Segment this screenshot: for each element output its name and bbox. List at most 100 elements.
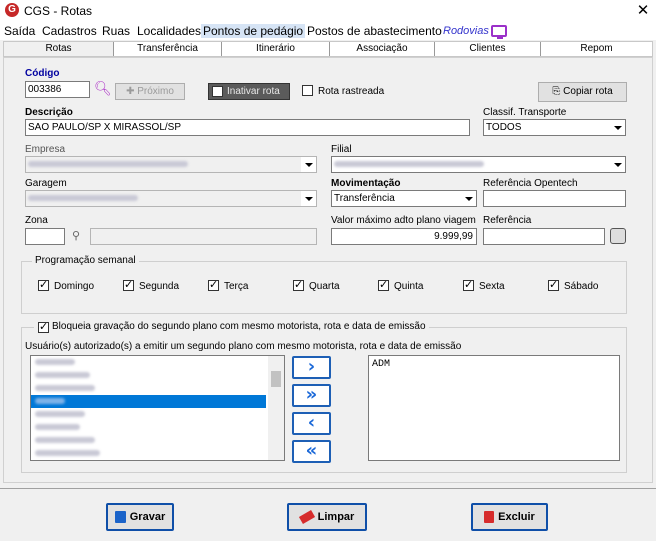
classif-transporte-select[interactable]: TODOS — [483, 119, 626, 136]
copiar-rota-button[interactable]: ⎘ Copiar rota — [538, 82, 627, 102]
quarta-checkbox[interactable] — [293, 278, 304, 291]
limpar-button[interactable]: Limpar — [287, 503, 367, 531]
quarta-label: Quarta — [309, 281, 340, 292]
domingo-label: Domingo — [54, 281, 95, 292]
descricao-label: Descrição — [25, 107, 73, 118]
tab-clientes[interactable]: Clientes — [435, 42, 541, 56]
binoculars-icon[interactable]: ⚲ — [72, 229, 80, 242]
chevron-down-icon[interactable] — [610, 120, 625, 135]
eraser-icon — [298, 510, 315, 525]
copy-icon: ⎘ — [552, 86, 561, 97]
menu-cadastros[interactable]: Cadastros — [40, 24, 99, 38]
title-bar — [0, 0, 656, 22]
app-logo-icon: G — [5, 3, 19, 17]
list-item[interactable] — [31, 447, 284, 460]
sexta-label: Sexta — [479, 281, 505, 292]
tab-rotas[interactable]: Rotas — [4, 42, 114, 56]
domingo-checkbox[interactable] — [38, 278, 49, 291]
movimentacao-select[interactable]: Transferência — [331, 190, 477, 207]
menu-pontos-pedagio[interactable]: Pontos de pedágio — [201, 24, 306, 38]
window-title: CGS - Rotas — [24, 4, 93, 18]
codigo-label: Código — [25, 68, 60, 79]
ref-opentech-field[interactable] — [483, 190, 626, 207]
sexta-checkbox[interactable] — [463, 278, 474, 291]
menu-rodovias[interactable]: Rodovias — [441, 25, 491, 37]
move-all-left-button[interactable]: « — [292, 440, 331, 463]
list-item[interactable]: ADM — [369, 356, 619, 370]
filial-select[interactable] — [331, 156, 626, 173]
terca-checkbox[interactable] — [208, 278, 219, 291]
save-icon — [114, 511, 126, 524]
chevron-down-icon[interactable] — [301, 157, 316, 172]
terca-label: Terça — [224, 281, 249, 292]
descricao-field[interactable]: SAO PAULO/SP X MIRASSOL/SP — [25, 119, 470, 136]
empresa-select[interactable] — [25, 156, 317, 173]
bloqueia-title: Bloqueia gravação do segundo plano com m… — [34, 321, 429, 332]
menu-ruas[interactable]: Ruas — [100, 24, 132, 38]
list-item[interactable] — [31, 369, 284, 382]
chevron-down-icon[interactable] — [461, 191, 476, 206]
tab-transferencia[interactable]: Transferência — [114, 42, 222, 56]
codigo-field[interactable]: 003386 — [25, 81, 90, 98]
quinta-label: Quinta — [394, 281, 424, 292]
proximo-button[interactable]: ✚ Próximo — [115, 83, 185, 100]
close-icon[interactable]: ✕ — [634, 1, 652, 19]
sabado-checkbox[interactable] — [548, 278, 559, 291]
list-item[interactable] — [31, 395, 266, 408]
usuarios-autorizados-label: Usuário(s) autorizado(s) a emitir um seg… — [25, 341, 462, 352]
garagem-label: Garagem — [25, 178, 67, 189]
list-item[interactable] — [31, 434, 284, 447]
trash-icon — [484, 511, 495, 524]
menu-localidades[interactable]: Localidades — [135, 24, 203, 38]
inativar-rota-checkbox[interactable] — [212, 86, 223, 97]
divider — [0, 488, 656, 489]
selected-users-list[interactable]: ADM — [368, 355, 620, 461]
list-item[interactable] — [31, 382, 284, 395]
list-item[interactable] — [31, 356, 284, 369]
sabado-label: Sábado — [564, 281, 599, 292]
disk-icon[interactable] — [610, 228, 626, 244]
referencia-field[interactable] — [483, 228, 605, 245]
classif-transporte-label: Classif. Transporte — [483, 107, 567, 118]
zona-label: Zona — [25, 215, 48, 226]
zona-field[interactable] — [25, 228, 65, 245]
segunda-label: Segunda — [139, 281, 180, 292]
chevron-down-icon[interactable] — [610, 157, 625, 172]
valor-maximo-label: Valor máximo adto plano viagem — [331, 215, 476, 226]
list-item[interactable] — [31, 408, 284, 421]
menu-postos-abastecimento[interactable]: Postos de abastecimento — [305, 24, 444, 38]
inativar-rota-label: Inativar rota — [227, 86, 280, 97]
tab-itinerario[interactable]: Itinerário — [222, 42, 330, 56]
tab-associacao[interactable]: Associação — [330, 42, 435, 56]
inativar-rota-toggle[interactable]: Inativar rota — [208, 83, 290, 100]
movimentacao-label: Movimentação — [331, 178, 401, 189]
scrollbar[interactable] — [268, 356, 284, 460]
garagem-select[interactable] — [25, 190, 317, 207]
monitor-icon[interactable] — [491, 25, 507, 39]
segunda-checkbox[interactable] — [123, 278, 134, 291]
filial-label: Filial — [331, 144, 352, 155]
tab-bar: Rotas Transferência Itinerário Associaçã… — [3, 41, 653, 57]
ref-opentech-label: Referência Opentech — [483, 178, 578, 189]
chevron-down-icon[interactable] — [301, 191, 316, 206]
move-left-button[interactable]: ‹ — [292, 412, 331, 435]
referencia-label: Referência — [483, 215, 532, 226]
programacao-semanal-title: Programação semanal — [32, 255, 139, 266]
list-item[interactable] — [31, 421, 284, 434]
search-icon[interactable]: 🔍︎ — [94, 81, 112, 97]
rota-rastreada-checkbox[interactable] — [302, 85, 313, 96]
valor-maximo-field[interactable]: 9.999,99 — [331, 228, 477, 245]
excluir-button[interactable]: Excluir — [471, 503, 548, 531]
zona-description-field — [90, 228, 317, 245]
gravar-button[interactable]: Gravar — [106, 503, 174, 531]
menu-saida[interactable]: Saída — [2, 24, 37, 38]
available-users-list[interactable] — [30, 355, 285, 461]
tab-repom[interactable]: Repom — [541, 42, 652, 56]
empresa-label: Empresa — [25, 144, 66, 155]
bloqueia-checkbox[interactable] — [38, 320, 49, 333]
move-all-right-button[interactable]: » — [292, 384, 331, 407]
move-right-button[interactable]: › — [292, 356, 331, 379]
rota-rastreada-label: Rota rastreada — [318, 86, 385, 97]
quinta-checkbox[interactable] — [378, 278, 389, 291]
menu-bar: Saída Cadastros Ruas Localidades Pontos … — [0, 22, 656, 40]
